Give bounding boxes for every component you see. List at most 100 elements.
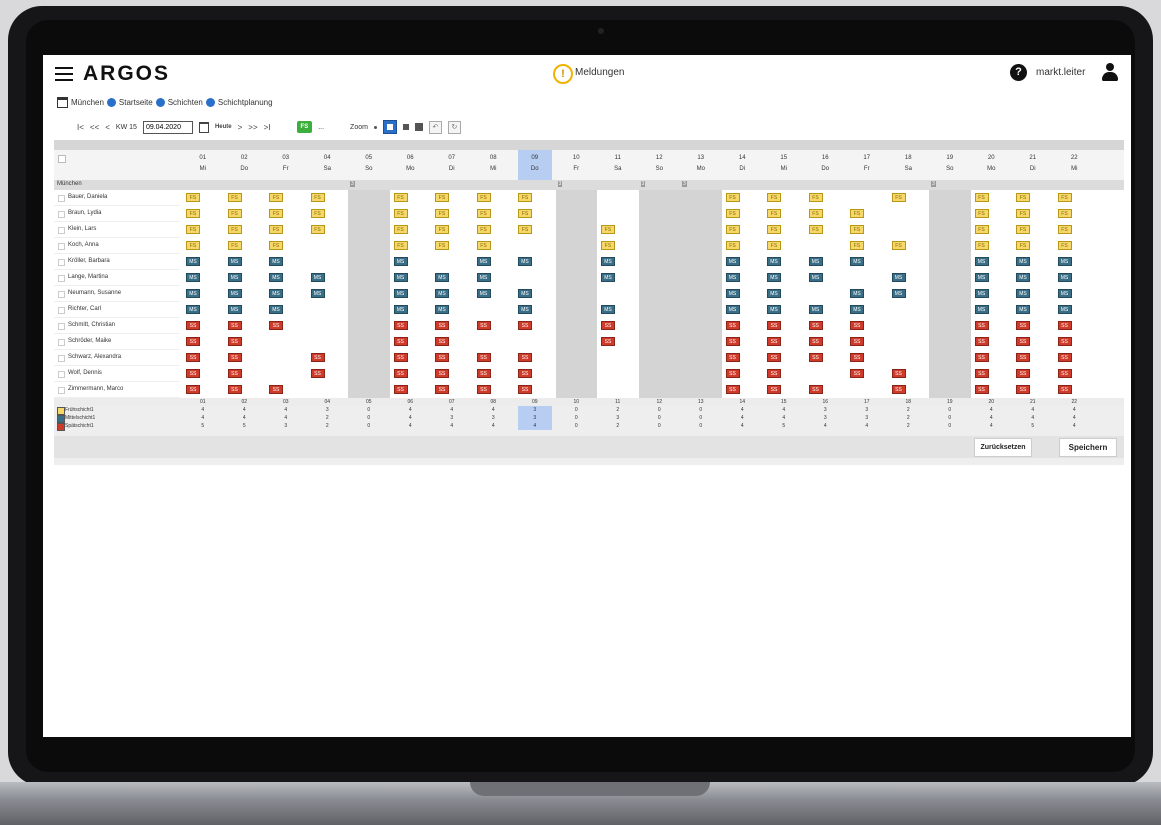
- shift-badge-fs[interactable]: FS: [767, 209, 781, 218]
- shift-badge-fs[interactable]: FS: [974, 209, 989, 218]
- day-number[interactable]: 02: [224, 155, 266, 161]
- shift-badge-ss[interactable]: SS: [850, 337, 864, 346]
- shift-badge-ss[interactable]: SS: [1016, 321, 1030, 330]
- shift-badge-ms[interactable]: MS: [974, 289, 989, 298]
- shift-badge-ss[interactable]: SS: [725, 337, 740, 346]
- shift-badge-ss[interactable]: SS: [476, 353, 491, 362]
- shift-badge-ss[interactable]: SS: [186, 321, 200, 330]
- shift-badge-ms[interactable]: MS: [601, 273, 615, 282]
- shift-badge-ss[interactable]: SS: [974, 369, 989, 378]
- shift-badge-fs[interactable]: FS: [310, 193, 325, 202]
- shift-badge-ss[interactable]: SS: [808, 337, 823, 346]
- shift-badge-ms[interactable]: MS: [476, 257, 491, 266]
- shift-badge-ms[interactable]: MS: [476, 289, 491, 298]
- shift-badge-ms[interactable]: MS: [269, 273, 283, 282]
- shift-badge-fs[interactable]: FS: [227, 225, 242, 234]
- shift-badge-ms[interactable]: MS: [186, 305, 200, 314]
- shift-badge-fs[interactable]: FS: [227, 193, 242, 202]
- shift-badge-ss[interactable]: SS: [435, 321, 449, 330]
- shift-badge-ss[interactable]: SS: [767, 353, 781, 362]
- shift-badge-ms[interactable]: MS: [725, 305, 740, 314]
- shift-badge-ss[interactable]: SS: [518, 385, 532, 394]
- employee-name[interactable]: Richter, Carl: [68, 306, 101, 312]
- day-number[interactable]: 16: [805, 155, 847, 161]
- shift-badge-ms[interactable]: MS: [1016, 257, 1030, 266]
- employee-name[interactable]: Neumann, Susanne: [68, 290, 121, 296]
- day-number[interactable]: 18: [888, 155, 930, 161]
- username[interactable]: markt.leiter: [1036, 67, 1085, 78]
- day-number[interactable]: 03: [265, 155, 307, 161]
- shift-badge-ms[interactable]: MS: [186, 273, 200, 282]
- shift-badge-ms[interactable]: MS: [1057, 257, 1072, 266]
- notifications-link[interactable]: Meldungen: [575, 67, 624, 78]
- day-number[interactable]: 22: [1054, 155, 1096, 161]
- day-number[interactable]: 12: [639, 155, 681, 161]
- day-number[interactable]: 01: [182, 155, 224, 161]
- employee-checkbox[interactable]: [58, 371, 65, 378]
- shift-badge-ms[interactable]: MS: [850, 289, 864, 298]
- shift-badge-ms[interactable]: MS: [393, 289, 408, 298]
- shift-badge-ss[interactable]: SS: [808, 353, 823, 362]
- shift-badge-ss[interactable]: SS: [393, 337, 408, 346]
- shift-badge-ms[interactable]: MS: [393, 273, 408, 282]
- help-icon[interactable]: ?: [1010, 64, 1027, 81]
- employee-checkbox[interactable]: [58, 243, 65, 250]
- shift-badge-fs[interactable]: FS: [725, 193, 740, 202]
- breadcrumb-item-shifts[interactable]: Schichten: [168, 98, 203, 107]
- shift-badge-ms[interactable]: MS: [227, 273, 242, 282]
- shift-badge-ms[interactable]: MS: [808, 273, 823, 282]
- breadcrumb-item-store[interactable]: München: [71, 98, 104, 107]
- shift-badge-fs[interactable]: FS: [767, 241, 781, 250]
- shift-badge-fs[interactable]: FS: [808, 225, 823, 234]
- shift-badge-ms[interactable]: MS: [269, 257, 283, 266]
- day-number[interactable]: 04: [307, 155, 349, 161]
- shift-badge-ss[interactable]: SS: [725, 321, 740, 330]
- shift-badge-fs[interactable]: FS: [269, 225, 283, 234]
- shift-badge-fs[interactable]: FS: [1016, 225, 1030, 234]
- today-button[interactable]: Heute: [215, 124, 232, 130]
- shift-badge-fs[interactable]: FS: [518, 193, 532, 202]
- shift-badge-fs[interactable]: FS: [1057, 241, 1072, 250]
- shift-badge-ms[interactable]: MS: [227, 305, 242, 314]
- shift-badge-ss[interactable]: SS: [227, 337, 242, 346]
- employee-name[interactable]: Bauer, Daniela: [68, 194, 107, 200]
- shift-badge-ss[interactable]: SS: [725, 369, 740, 378]
- undo-icon[interactable]: ↶: [428, 120, 442, 134]
- day-number[interactable]: 13: [680, 155, 722, 161]
- shift-badge-fs[interactable]: FS: [186, 225, 200, 234]
- shift-badge-ss[interactable]: SS: [227, 321, 242, 330]
- shift-badge-fs[interactable]: FS: [269, 193, 283, 202]
- redo-icon[interactable]: ↻: [447, 120, 461, 134]
- shift-badge-ss[interactable]: SS: [808, 385, 823, 394]
- save-button[interactable]: Speichern: [1059, 438, 1117, 457]
- shift-badge-ss[interactable]: SS: [1057, 385, 1072, 394]
- shift-badge-ss[interactable]: SS: [435, 369, 449, 378]
- shift-badge-ss[interactable]: SS: [891, 369, 906, 378]
- shift-badge-fs[interactable]: FS: [435, 225, 449, 234]
- shift-badge-ms[interactable]: MS: [518, 257, 532, 266]
- shift-badge-ms[interactable]: MS: [269, 289, 283, 298]
- date-input[interactable]: [142, 120, 193, 134]
- employee-name[interactable]: Braun, Lydia: [68, 210, 101, 216]
- shift-badge-ss[interactable]: SS: [227, 385, 242, 394]
- employee-name[interactable]: Wolf, Dennis: [68, 370, 102, 376]
- breadcrumb-item-home[interactable]: Startseite: [119, 98, 153, 107]
- shift-badge-ms[interactable]: MS: [518, 289, 532, 298]
- shift-badge-ss[interactable]: SS: [1057, 321, 1072, 330]
- shift-badge-ms[interactable]: MS: [269, 305, 283, 314]
- employee-checkbox[interactable]: [58, 355, 65, 362]
- day-number[interactable]: 19: [929, 155, 971, 161]
- shift-badge-ss[interactable]: SS: [601, 321, 615, 330]
- shift-badge-ss[interactable]: SS: [767, 321, 781, 330]
- shift-badge-ms[interactable]: MS: [227, 257, 242, 266]
- warning-icon[interactable]: !: [553, 64, 573, 84]
- employee-name[interactable]: Schmitt, Christian: [68, 322, 115, 328]
- shift-badge-ms[interactable]: MS: [974, 273, 989, 282]
- select-all-checkbox[interactable]: [58, 155, 66, 163]
- shift-badge-fs[interactable]: FS: [1016, 241, 1030, 250]
- shift-badge-ss[interactable]: SS: [1057, 369, 1072, 378]
- shift-badge-fs[interactable]: FS: [808, 209, 823, 218]
- shift-badge-ss[interactable]: SS: [1016, 337, 1030, 346]
- shift-badge-ss[interactable]: SS: [767, 369, 781, 378]
- shift-badge-ms[interactable]: MS: [974, 305, 989, 314]
